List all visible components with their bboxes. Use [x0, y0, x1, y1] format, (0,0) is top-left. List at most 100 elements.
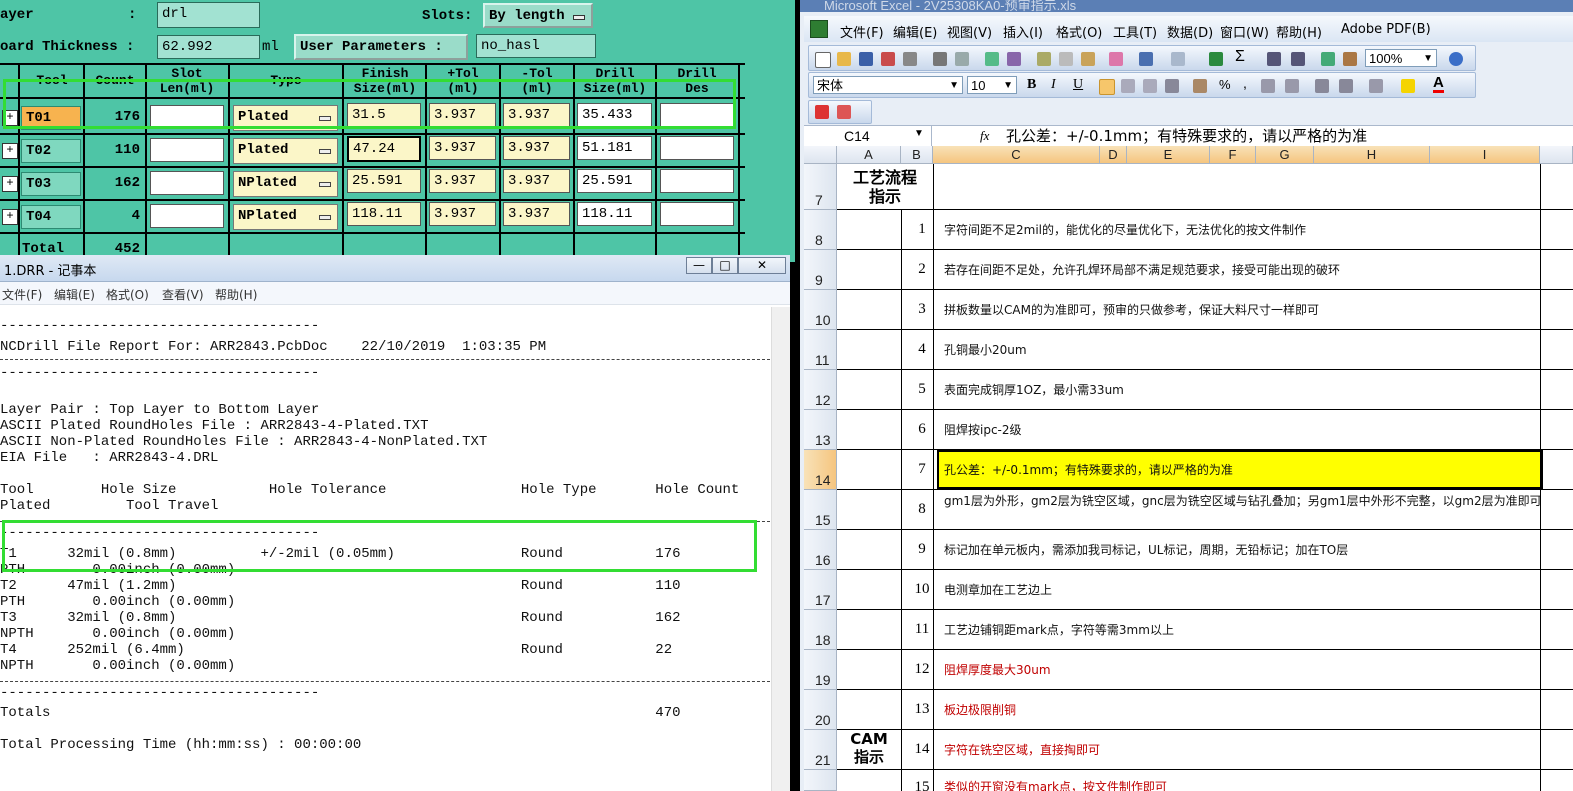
row-header[interactable]: 13 [804, 410, 837, 450]
maximize-button[interactable]: □ [712, 257, 738, 274]
menu-file[interactable]: 文件(F) [840, 22, 884, 41]
menu-edit[interactable]: 编辑(E) [54, 286, 95, 303]
layer-field[interactable]: drl [157, 2, 260, 28]
slot-length-input[interactable] [150, 204, 224, 228]
slot-length-input[interactable] [150, 138, 224, 162]
help-icon[interactable] [1449, 52, 1463, 66]
redo-icon[interactable] [1171, 52, 1185, 66]
board-thickness-field[interactable]: 62.992 [157, 35, 260, 59]
close-button[interactable]: ✕ [738, 257, 786, 274]
tool-cell[interactable]: T03 [21, 172, 81, 196]
permission-icon[interactable] [881, 52, 895, 66]
row-header[interactable]: 9 [804, 250, 837, 290]
drill-size-input[interactable]: 51.181 [577, 136, 652, 160]
hyperlink-icon[interactable] [1209, 52, 1223, 66]
type-dropdown[interactable]: Plated [233, 138, 338, 164]
chevron-down-icon[interactable]: ▼ [914, 128, 924, 139]
row-header[interactable]: 14 [804, 450, 837, 490]
row-header[interactable]: 10 [804, 290, 837, 330]
bold-icon[interactable]: B [1027, 77, 1036, 93]
row-header[interactable]: 11 [804, 330, 837, 370]
sort-descending-icon[interactable] [1291, 52, 1305, 66]
plus-icon[interactable]: + [2, 176, 18, 192]
column-header-i[interactable]: I [1430, 146, 1540, 164]
copy-icon[interactable] [1059, 52, 1073, 66]
tool-cell[interactable]: T04 [21, 205, 81, 229]
paste-icon[interactable] [1081, 52, 1095, 66]
print-preview-icon[interactable] [955, 52, 969, 66]
menu-window[interactable]: 窗口(W) [1220, 22, 1269, 41]
merge-center-icon[interactable] [1165, 79, 1179, 93]
row-header[interactable]: 15 [804, 490, 837, 530]
chart-wizard-icon[interactable] [1321, 52, 1335, 66]
decrease-indent-icon[interactable] [1315, 79, 1329, 93]
type-dropdown[interactable]: NPlated [233, 204, 338, 230]
spelling-icon[interactable] [985, 52, 999, 66]
increase-decimal-icon[interactable] [1261, 79, 1275, 93]
menu-file[interactable]: 文件(F) [2, 286, 42, 303]
save-icon[interactable] [859, 52, 873, 66]
pdf-email-icon[interactable] [837, 105, 851, 119]
percent-icon[interactable]: % [1219, 77, 1231, 92]
row-header[interactable]: 19 [804, 650, 837, 690]
minus-tol-input[interactable]: 3.937 [503, 136, 570, 160]
column-header-b[interactable]: B [901, 146, 933, 164]
slots-dropdown[interactable]: By length [483, 3, 593, 28]
drill-des-input[interactable] [660, 169, 734, 193]
drill-size-input[interactable]: 118.11 [577, 202, 652, 226]
row-header[interactable] [804, 770, 837, 791]
sort-ascending-icon[interactable] [1267, 52, 1281, 66]
row-header[interactable]: 18 [804, 610, 837, 650]
row-header[interactable]: 20 [804, 690, 837, 730]
italic-icon[interactable]: I [1051, 77, 1056, 93]
zoom-dropdown[interactable]: 100% ▼ [1365, 49, 1437, 67]
borders-icon[interactable] [1369, 79, 1383, 93]
drill-des-input[interactable] [660, 136, 734, 160]
select-all-corner[interactable] [804, 146, 837, 164]
increase-indent-icon[interactable] [1339, 79, 1353, 93]
menu-edit[interactable]: 编辑(E) [893, 22, 937, 41]
open-icon[interactable] [837, 52, 851, 66]
user-parameters-button[interactable]: User Parameters : [294, 34, 468, 60]
column-header-h[interactable]: H [1314, 146, 1430, 164]
menu-adobe-pdf[interactable]: Adobe PDF(B) [1341, 22, 1431, 37]
column-header-d[interactable]: D [1100, 146, 1127, 164]
menu-tools[interactable]: 工具(T) [1113, 22, 1157, 41]
name-box[interactable]: C14 [804, 126, 932, 146]
email-icon[interactable] [903, 52, 917, 66]
fill-color-icon[interactable] [1401, 79, 1415, 93]
type-dropdown[interactable]: NPlated [233, 171, 338, 197]
comma-icon[interactable]: , [1243, 75, 1247, 91]
formula-input[interactable]: 孔公差：+/-0.1mm；有特殊要求的，请以严格的为准 [1006, 126, 1367, 146]
print-icon[interactable] [933, 52, 947, 66]
fx-icon[interactable]: fx [980, 128, 989, 144]
font-color-icon[interactable]: A [1433, 75, 1444, 93]
notepad-text-area[interactable]: -------------------------------------- N… [0, 307, 770, 791]
column-header-f[interactable]: F [1210, 146, 1256, 164]
font-name-dropdown[interactable]: 宋体 ▼ [813, 76, 963, 94]
finish-size-input[interactable]: 47.24 [347, 136, 421, 162]
autosum-icon[interactable]: Σ [1235, 48, 1245, 66]
minimize-button[interactable]: — [686, 257, 712, 274]
column-header-a[interactable]: A [837, 146, 901, 164]
row-header[interactable]: 7 [804, 164, 837, 210]
menu-insert[interactable]: 插入(I) [1003, 22, 1043, 41]
column-header-g[interactable]: G [1256, 146, 1314, 164]
param-field[interactable]: no_hasl [476, 34, 596, 58]
decrease-decimal-icon[interactable] [1285, 79, 1299, 93]
align-center-icon[interactable] [1121, 79, 1135, 93]
plus-tol-input[interactable]: 3.937 [429, 202, 496, 226]
menu-view[interactable]: 视图(V) [947, 22, 992, 41]
menu-help[interactable]: 帮助(H) [215, 286, 257, 303]
font-size-dropdown[interactable]: 10 ▼ [967, 76, 1017, 94]
column-header-e[interactable]: E [1127, 146, 1210, 164]
spreadsheet-grid[interactable]: A B C D E F G H I 7 8 9 10 11 12 13 14 1… [804, 146, 1573, 791]
cut-icon[interactable] [1037, 52, 1051, 66]
finish-size-input[interactable]: 118.11 [347, 202, 421, 226]
column-header-j[interactable] [1540, 146, 1573, 164]
menu-format[interactable]: 格式(O) [106, 286, 149, 303]
row-header[interactable]: 12 [804, 370, 837, 410]
scrollbar[interactable] [771, 307, 790, 791]
menu-data[interactable]: 数据(D) [1167, 22, 1213, 41]
currency-icon[interactable] [1193, 79, 1207, 93]
